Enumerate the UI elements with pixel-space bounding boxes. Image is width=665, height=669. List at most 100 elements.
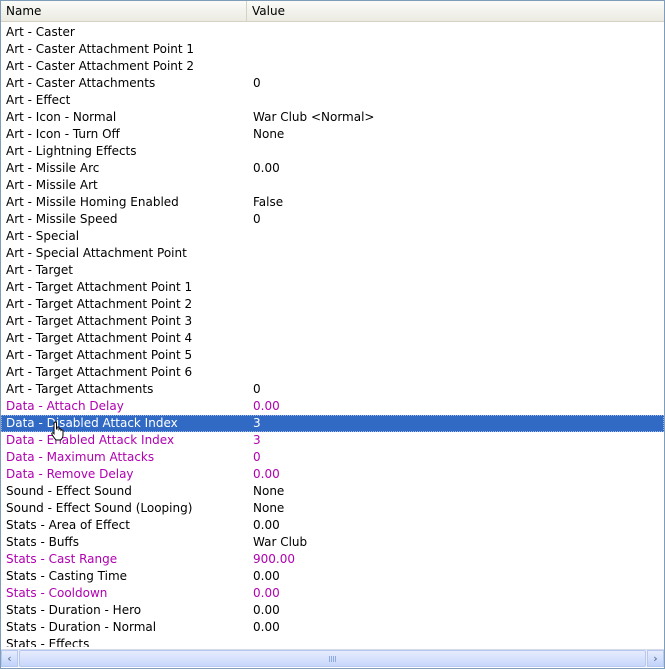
field-value: 0.00 — [253, 161, 280, 175]
table-row[interactable]: Stats - Duration - Hero 0.00 — [1, 602, 664, 619]
field-name: Art - Caster — [6, 25, 75, 39]
table-row[interactable]: Stats - Cast Range 900.00 — [1, 551, 664, 568]
table-row[interactable]: Art - Target Attachment Point 2 — [1, 296, 664, 313]
field-value: 0.00 — [253, 569, 280, 583]
field-value: 0 — [253, 76, 261, 90]
table-row[interactable]: Data - Attach Delay 0.00 — [1, 398, 664, 415]
field-value: 900.00 — [253, 552, 295, 566]
table-row[interactable]: Art - Lightning Effects — [1, 143, 664, 160]
field-name: Art - Special Attachment Point — [6, 246, 187, 260]
table-row[interactable]: Art - Target — [1, 262, 664, 279]
field-value: None — [253, 484, 285, 498]
field-name: Art - Icon - Turn Off — [6, 127, 120, 141]
table-row[interactable]: Art - Caster Attachment Point 1 — [1, 41, 664, 58]
field-rows: Art - Caster Art - Caster Attachment Poin… — [1, 23, 664, 647]
field-value: 0.00 — [253, 620, 280, 634]
table-row[interactable]: Art - Target Attachment Point 3 — [1, 313, 664, 330]
field-value: War Club — [253, 535, 308, 549]
table-row[interactable]: Art - Missile Arc 0.00 — [1, 160, 664, 177]
table-row[interactable]: Art - Icon - Normal War Club <Normal> — [1, 109, 664, 126]
field-name: Art - Target — [6, 263, 73, 277]
table-row[interactable]: Art - Caster — [1, 24, 664, 41]
table-row[interactable]: Stats - Casting Time 0.00 — [1, 568, 664, 585]
scroll-right-button[interactable]: › — [647, 650, 664, 667]
field-name: Sound - Effect Sound — [6, 484, 132, 498]
table-row[interactable]: Art - Special — [1, 228, 664, 245]
field-name: Stats - Cast Range — [6, 552, 118, 566]
table-row[interactable]: Sound - Effect Sound (Looping) None — [1, 500, 664, 517]
table-row[interactable]: Data - Enabled Attack Index 3 — [1, 432, 664, 449]
table-row[interactable]: Stats - Duration - Normal 0.00 — [1, 619, 664, 636]
table-row[interactable]: Art - Icon - Turn Off None — [1, 126, 664, 143]
field-value: 3 — [253, 433, 261, 447]
table-row[interactable]: Stats - Effects — [1, 636, 664, 647]
field-name: Data - Maximum Attacks — [6, 450, 155, 464]
field-name: Art - Icon - Normal — [6, 110, 117, 124]
horizontal-scrollbar[interactable]: ‹ › — [1, 649, 664, 667]
field-name: Data - Enabled Attack Index — [6, 433, 175, 447]
table-row[interactable]: Data - Remove Delay 0.00 — [1, 466, 664, 483]
column-header-name[interactable]: Name — [1, 1, 247, 21]
field-name: Stats - Area of Effect — [6, 518, 130, 532]
table-row[interactable]: Art - Missile Homing Enabled False — [1, 194, 664, 211]
field-name: Stats - Cooldown — [6, 586, 108, 600]
scroll-left-icon: ‹ — [7, 652, 12, 665]
hand-pointer-icon — [51, 421, 64, 441]
field-value: 0 — [253, 382, 261, 396]
field-name: Art - Target Attachment Point 3 — [6, 314, 193, 328]
field-value: 3 — [253, 416, 261, 430]
field-name: Art - Target Attachment Point 2 — [6, 297, 193, 311]
table-row-selected[interactable]: Data - Disabled Attack Index 3 — [1, 415, 664, 432]
field-name: Data - Attach Delay — [6, 399, 124, 413]
table-row[interactable]: Art - Caster Attachments 0 — [1, 75, 664, 92]
table-row[interactable]: Art - Special Attachment Point — [1, 245, 664, 262]
field-value: 0.00 — [253, 603, 280, 617]
scroll-right-icon: › — [653, 652, 658, 665]
scrollbar-thumb[interactable] — [19, 650, 646, 667]
field-name: Art - Caster Attachment Point 2 — [6, 59, 195, 73]
field-value: 0 — [253, 450, 261, 464]
field-name: Art - Missile Homing Enabled — [6, 195, 179, 209]
table-row[interactable]: Stats - Buffs War Club — [1, 534, 664, 551]
field-name: Art - Target Attachment Point 4 — [6, 331, 193, 345]
table-row[interactable]: Art - Caster Attachment Point 2 — [1, 58, 664, 75]
table-row[interactable]: Art - Target Attachment Point 1 — [1, 279, 664, 296]
field-name: Art - Special — [6, 229, 80, 243]
field-value: 0.00 — [253, 467, 280, 481]
field-name: Art - Missile Art — [6, 178, 98, 192]
list-header: Name Value — [1, 1, 664, 22]
field-name: Stats - Duration - Hero — [6, 603, 142, 617]
field-name: Sound - Effect Sound (Looping) — [6, 501, 193, 515]
table-row[interactable]: Stats - Area of Effect 0.00 — [1, 517, 664, 534]
scroll-left-button[interactable]: ‹ — [1, 650, 18, 667]
field-name: Stats - Duration - Normal — [6, 620, 157, 634]
field-value: None — [253, 127, 285, 141]
table-row[interactable]: Art - Missile Speed 0 — [1, 211, 664, 228]
field-name: Art - Target Attachment Point 5 — [6, 348, 193, 362]
field-value: 0.00 — [253, 518, 280, 532]
field-name: Stats - Effects — [6, 637, 90, 647]
field-name: Data - Remove Delay — [6, 467, 134, 481]
field-value: 0.00 — [253, 399, 280, 413]
table-row[interactable]: Data - Maximum Attacks 0 — [1, 449, 664, 466]
field-name: Art - Target Attachments — [6, 382, 154, 396]
field-value: 0.00 — [253, 586, 280, 600]
table-row[interactable]: Art - Missile Art — [1, 177, 664, 194]
field-name: Art - Effect — [6, 93, 71, 107]
field-name: Art - Missile Speed — [6, 212, 118, 226]
table-row[interactable]: Art - Target Attachment Point 6 — [1, 364, 664, 381]
field-name: Art - Target Attachment Point 6 — [6, 365, 193, 379]
field-value: 0 — [253, 212, 261, 226]
field-name: Art - Target Attachment Point 1 — [6, 280, 193, 294]
table-row[interactable]: Art - Target Attachments 0 — [1, 381, 664, 398]
column-header-value[interactable]: Value — [247, 1, 664, 21]
field-value: False — [253, 195, 284, 209]
table-row[interactable]: Stats - Cooldown 0.00 — [1, 585, 664, 602]
table-row[interactable]: Art - Target Attachment Point 5 — [1, 347, 664, 364]
field-name: Art - Lightning Effects — [6, 144, 137, 158]
table-row[interactable]: Art - Effect — [1, 92, 664, 109]
field-name: Art - Caster Attachment Point 1 — [6, 42, 195, 56]
table-row[interactable]: Sound - Effect Sound None — [1, 483, 664, 500]
table-row[interactable]: Art - Target Attachment Point 4 — [1, 330, 664, 347]
field-name: Data - Disabled Attack Index — [6, 416, 178, 430]
